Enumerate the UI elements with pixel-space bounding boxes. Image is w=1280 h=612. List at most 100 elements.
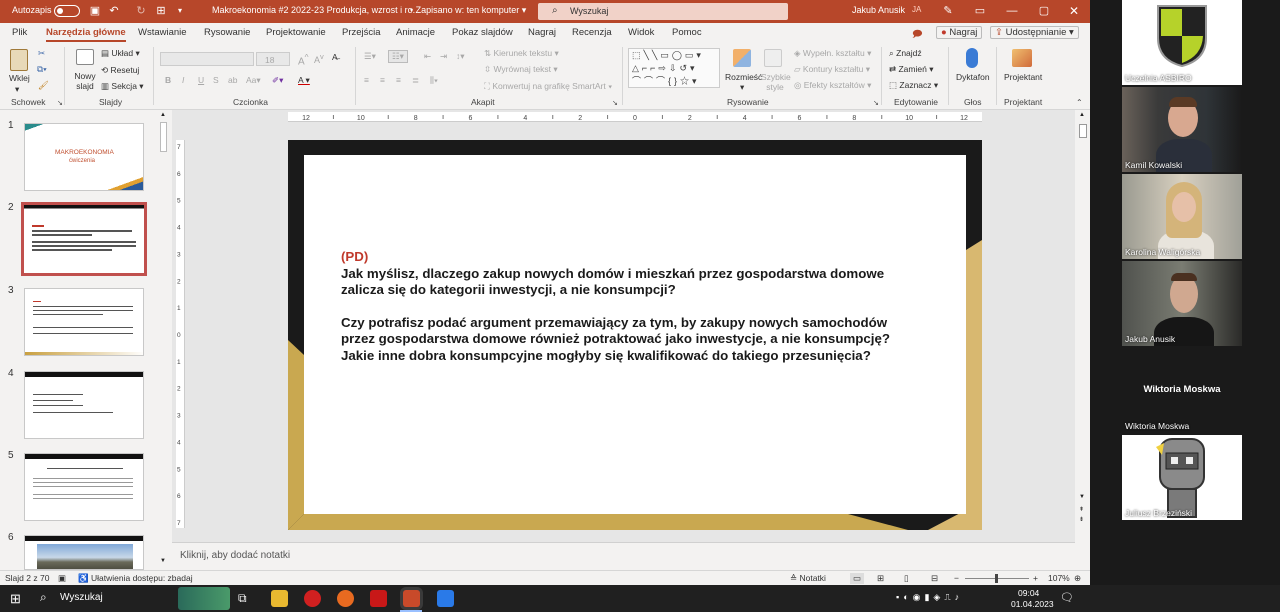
slide-text-box[interactable]: (PD) Jak myślisz, dlaczego zakup nowych …: [341, 249, 921, 364]
tab-plik[interactable]: Plik: [12, 27, 27, 38]
text-direction-button[interactable]: ⇅ Kierunek tekstu ▾: [484, 48, 559, 59]
align-left-icon[interactable]: ≡: [364, 75, 369, 85]
tab-pokaz-slajdow[interactable]: Pokaz slajdów: [452, 27, 513, 38]
font-color-icon[interactable]: A ▾: [298, 75, 310, 86]
align-center-icon[interactable]: ≡: [380, 75, 385, 85]
user-avatar[interactable]: JA: [912, 5, 921, 14]
ribbon-display-icon[interactable]: ▭: [974, 5, 986, 17]
participant-tile[interactable]: Kamil Kowalski: [1122, 87, 1242, 172]
save-status[interactable]: • Zapisano w: ten komputer ▾: [410, 5, 526, 16]
tab-pomoc[interactable]: Pomoc: [672, 27, 702, 38]
record-button[interactable]: ● Nagraj: [936, 26, 983, 39]
shapes-gallery[interactable]: ⬚╲╲▭◯▭▾ △⌐⌐⇨⇩↺▾ ⌒⌒⌒{}☆▾: [628, 48, 720, 88]
windows-start-icon[interactable]: ⊞: [10, 591, 21, 607]
align-text-button[interactable]: ⇳ Wyrównaj tekst ▾: [484, 64, 558, 75]
highlight-icon[interactable]: ✐▾: [272, 75, 283, 86]
font-size-box[interactable]: 18: [256, 52, 290, 66]
file-explorer-icon[interactable]: [271, 590, 288, 607]
bold-button[interactable]: B: [165, 75, 171, 85]
spellcheck-icon[interactable]: ▣: [58, 573, 66, 584]
accessibility-status[interactable]: Ułatwienia dostępu: zbadaj: [91, 573, 193, 583]
arrange-icon[interactable]: [733, 49, 751, 67]
decrease-indent-icon[interactable]: ⇤: [424, 51, 431, 62]
copy-icon[interactable]: ⧉▾: [37, 64, 47, 75]
slide-thumbnail-1[interactable]: MAKROEKONOMIA ćwiczenia: [24, 123, 144, 191]
new-slide-icon[interactable]: [76, 49, 94, 65]
smartart-button[interactable]: ⛶ Konwertuj na grafikę SmartArt ▾: [484, 81, 612, 92]
tab-przejscia[interactable]: Przejścia: [342, 27, 381, 38]
tab-animacje[interactable]: Animacje: [396, 27, 435, 38]
slide-thumbnail-4[interactable]: [24, 371, 144, 439]
zoom-out-icon[interactable]: −: [954, 573, 959, 583]
slide-thumbnail-3[interactable]: [24, 288, 144, 356]
comments-icon[interactable]: 🗩: [912, 27, 923, 43]
format-painter-icon[interactable]: 🖌: [38, 80, 49, 91]
columns-icon[interactable]: ⫼▾: [430, 75, 438, 86]
reading-view-icon[interactable]: ▯: [904, 573, 909, 584]
replace-button[interactable]: ⇄ Zamień ▾: [889, 64, 933, 75]
horizontal-ruler[interactable]: 12 10 8 6 4 2 0 2 4 6 8 10 12: [288, 112, 982, 122]
minimize-icon[interactable]: —: [1006, 5, 1018, 17]
user-name[interactable]: Jakub Anusik: [852, 5, 905, 15]
close-icon[interactable]: ✕: [1068, 5, 1080, 17]
slide-thumbnail-6[interactable]: [24, 535, 144, 570]
tab-recenzja[interactable]: Recenzja: [572, 27, 612, 38]
search-box[interactable]: ⌕ Wyszukaj: [538, 3, 788, 20]
zoom-slider-thumb[interactable]: [995, 574, 998, 583]
change-case-icon[interactable]: Aa▾: [246, 75, 261, 86]
customize-qat-icon[interactable]: ▾: [174, 5, 186, 17]
cut-icon[interactable]: ✂: [38, 48, 45, 59]
schowek-launcher-icon[interactable]: ↘: [57, 99, 63, 107]
designer-button[interactable]: Projektant: [1004, 72, 1042, 82]
taskbar-search-icon[interactable]: ⌕: [40, 590, 47, 605]
tab-narzedzia-glowne[interactable]: Narzędzia główne: [46, 27, 126, 42]
thumbnails-scrollbar[interactable]: ▲ ▼: [158, 112, 168, 567]
accessibility-icon[interactable]: ♿: [78, 573, 89, 584]
clear-format-icon[interactable]: A̶: [332, 52, 338, 62]
fit-slide-icon[interactable]: ⊕: [1074, 573, 1081, 584]
select-button[interactable]: ⬚ Zaznacz ▾: [889, 80, 938, 91]
paste-button[interactable]: Wklej: [9, 73, 30, 83]
powerpoint-icon[interactable]: [403, 590, 420, 607]
opera-icon[interactable]: [304, 590, 321, 607]
clock-time[interactable]: 09:04: [1018, 588, 1039, 598]
quick-styles-button[interactable]: Szybkie style: [761, 72, 791, 92]
shape-outline-button[interactable]: ▱ Kontury kształtu ▾: [794, 64, 870, 75]
present-icon[interactable]: ⊞: [155, 5, 167, 17]
participant-tile[interactable]: Juliusz Brzeziński: [1122, 435, 1242, 520]
paste-icon[interactable]: [10, 49, 28, 71]
char-spacing-icon[interactable]: ab: [228, 75, 237, 85]
italic-button[interactable]: I: [182, 75, 184, 85]
clock-date[interactable]: 01.04.2023: [1011, 599, 1054, 609]
find-button[interactable]: ⌕ Znajdź: [889, 48, 922, 59]
font-name-box[interactable]: [160, 52, 254, 66]
redo-icon[interactable]: ↻: [135, 5, 147, 17]
maximize-icon[interactable]: ▢: [1038, 5, 1050, 17]
tab-nagraj[interactable]: Nagraj: [528, 27, 556, 38]
current-slide[interactable]: (PD) Jak myślisz, dlaczego zakup nowych …: [288, 140, 982, 530]
section-button[interactable]: ▥ Sekcja ▾: [101, 81, 144, 92]
designer-icon[interactable]: [1012, 49, 1032, 67]
tab-wstawianie[interactable]: Wstawianie: [138, 27, 187, 38]
task-view-icon[interactable]: ⧉: [238, 591, 247, 606]
increase-indent-icon[interactable]: ⇥: [440, 51, 447, 62]
vertical-ruler[interactable]: 7 6 5 4 3 2 1 0 1 2 3 4 5 6 7: [176, 140, 185, 528]
justify-icon[interactable]: ≣: [412, 75, 419, 86]
zoom-in-icon[interactable]: +: [1033, 573, 1038, 583]
new-slide-button[interactable]: Nowy slajd: [73, 71, 97, 91]
autosave-toggle[interactable]: [54, 5, 80, 17]
notes-pane[interactable]: Kliknij, aby dodać notatki: [172, 542, 1075, 569]
system-tray-icons[interactable]: ▪◐◉▮◈⎍♪: [896, 592, 963, 603]
arrange-button[interactable]: Rozmieść: [725, 72, 762, 82]
rysowanie-launcher-icon[interactable]: ↘: [873, 99, 879, 107]
numbering-icon[interactable]: ☷▾: [388, 50, 408, 63]
collapse-ribbon-icon[interactable]: ⌃: [1076, 98, 1083, 107]
shape-fill-button[interactable]: ◈ Wypełn. kształtu ▾: [794, 48, 871, 59]
share-button[interactable]: ⇪ Udostępnianie ▾: [990, 26, 1079, 39]
participant-tile[interactable]: Karolina Waligórska: [1122, 174, 1242, 259]
participant-tile[interactable]: Wiktoria Moskwa Wiktoria Moskwa: [1122, 348, 1242, 433]
shrink-font-icon[interactable]: Av: [314, 52, 324, 65]
microphone-icon[interactable]: [966, 48, 978, 68]
line-spacing-icon[interactable]: ↕▾: [456, 51, 465, 62]
slideshow-view-icon[interactable]: ⊟: [931, 573, 938, 584]
